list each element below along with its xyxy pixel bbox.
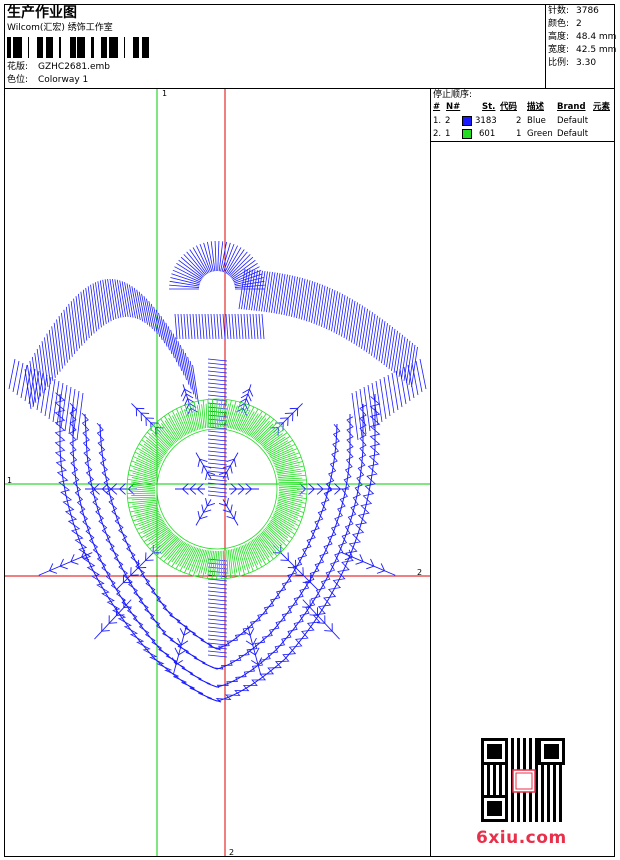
page-title: 生产作业图 [7, 5, 77, 21]
guide-label-red-bottom: 2 [229, 848, 234, 856]
row-code: 2 [516, 116, 522, 126]
row-code: 1 [516, 129, 522, 139]
watermark-logo: 6xiu.com [476, 828, 567, 848]
row-needle: 1 [445, 129, 451, 139]
pattern-label: 花版: [7, 62, 29, 72]
barcode [7, 37, 149, 58]
col-brand: Brand [557, 102, 586, 112]
color-swatch-blue [462, 115, 472, 128]
guide-label-green-left: 1 [7, 476, 12, 485]
stitch-count-label: 针数: [548, 6, 570, 16]
stop-sequence-title: 停止顺序: [433, 90, 473, 100]
pattern-value: GZHC2681.emb [38, 62, 110, 72]
company-name: Wilcom(汇宏) 绣饰工作室 [7, 23, 113, 33]
row-num: 2. [433, 129, 442, 139]
row-desc: Green [527, 129, 553, 139]
col-needle: N# [446, 102, 461, 112]
embroidery-design [8, 241, 427, 703]
col-desc: 描述 [527, 102, 545, 112]
scale-label: 比例: [548, 58, 570, 68]
guide-label-green-top: 1 [162, 89, 167, 98]
embroidery-canvas[interactable]: 1 1 2 2 [5, 89, 430, 856]
col-code: 代码 [500, 102, 518, 112]
color-count-value: 2 [576, 19, 582, 29]
stats-divider [545, 4, 546, 89]
row-brand: Default [557, 116, 589, 126]
col-element: 元素 [593, 102, 611, 112]
table-divider [430, 141, 615, 142]
color-count-label: 颜色: [548, 19, 570, 29]
colorway-value: Colorway 1 [38, 75, 89, 85]
height-value: 48.4 mm [576, 32, 617, 42]
colorway-label: 色位: [7, 75, 29, 85]
row-desc: Blue [527, 116, 546, 126]
row-needle: 2 [445, 116, 451, 126]
col-stitches: St. [482, 102, 496, 112]
scale-value: 3.30 [576, 58, 597, 68]
guide-label-red-right: 2 [417, 568, 422, 577]
color-swatch-green [462, 128, 472, 141]
row-stitches: 3183 [475, 116, 497, 126]
width-value: 42.5 mm [576, 45, 617, 55]
panel-divider [430, 88, 431, 857]
row-num: 1. [433, 116, 442, 126]
qr-code [481, 738, 565, 822]
row-brand: Default [557, 129, 589, 139]
col-num: # [433, 102, 441, 112]
stitch-count-value: 3786 [576, 6, 599, 16]
height-label: 高度: [548, 32, 570, 42]
row-stitches: 601 [479, 129, 496, 139]
width-label: 宽度: [548, 45, 570, 55]
stop-sequence-table: # N# St. 代码 描述 Brand 元素 1. 2 3183 2 Blue… [432, 101, 615, 141]
